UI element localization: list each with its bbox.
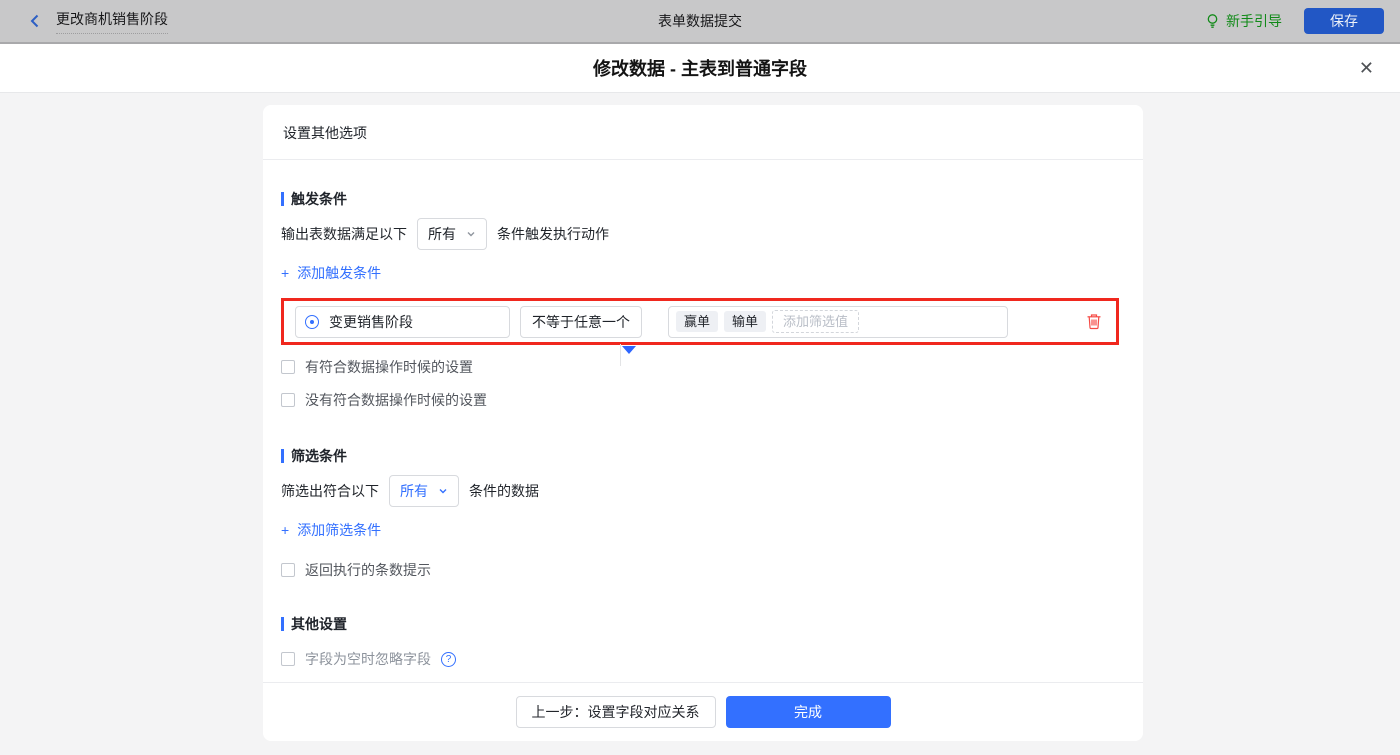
condition-field-select[interactable]: 变更销售阶段 xyxy=(295,305,510,338)
filter-sentence-suffix: 条件的数据 xyxy=(469,483,539,499)
no-match-setting-row: 没有符合数据操作时候的设置 xyxy=(281,390,1125,410)
filter-match-sentence: 筛选出符合以下 所有 条件的数据 xyxy=(281,475,1125,507)
options-panel: 设置其他选项 触发条件 输出表数据满足以下 所有 条件触发执行动作 + 添加触发… xyxy=(263,105,1143,741)
count-tip-label: 返回执行的条数提示 xyxy=(305,562,431,578)
panel-content: 触发条件 输出表数据满足以下 所有 条件触发执行动作 + 添加触发条件 变更销售… xyxy=(263,160,1143,682)
close-icon[interactable]: ✕ xyxy=(1359,59,1374,77)
count-tip-checkbox[interactable] xyxy=(281,563,295,577)
panel-header: 设置其他选项 xyxy=(263,105,1143,160)
add-trigger-condition-label: 添加触发条件 xyxy=(297,265,382,281)
chevron-left-icon xyxy=(26,12,44,30)
ignore-empty-row: 字段为空时忽略字段 ? xyxy=(281,649,1125,669)
count-tip-row: 返回执行的条数提示 xyxy=(281,560,1125,580)
filter-match-value: 所有 xyxy=(400,483,428,499)
plus-icon: + xyxy=(281,522,290,538)
other-section-label: 其他设置 xyxy=(291,616,347,632)
section-bar-icon xyxy=(281,617,284,631)
plus-icon: + xyxy=(281,265,290,281)
filter-sentence-prefix: 筛选出符合以下 xyxy=(281,483,379,499)
filter-section-label: 筛选条件 xyxy=(291,448,347,464)
add-filter-condition-label: 添加筛选条件 xyxy=(297,522,382,538)
trigger-match-value: 所有 xyxy=(428,226,456,242)
trigger-section-title: 触发条件 xyxy=(281,189,1125,209)
condition-field-value: 变更销售阶段 xyxy=(329,313,413,330)
ignore-empty-label: 字段为空时忽略字段 xyxy=(305,651,431,667)
condition-operator-value: 不等于任意一个 xyxy=(532,313,630,330)
trigger-match-sentence: 输出表数据满足以下 所有 条件触发执行动作 xyxy=(281,218,1125,250)
value-tag[interactable]: 赢单 xyxy=(676,311,719,332)
has-match-checkbox[interactable] xyxy=(281,360,295,374)
ignore-empty-checkbox[interactable] xyxy=(281,652,295,666)
dropdown-edge-line xyxy=(620,344,621,366)
trigger-match-select[interactable]: 所有 xyxy=(417,218,487,250)
dialog-title: 修改数据 - 主表到普通字段 xyxy=(593,59,807,79)
lightbulb-icon xyxy=(1205,13,1220,29)
beginner-guide-label: 新手引导 xyxy=(1226,13,1282,29)
chevron-down-icon xyxy=(466,229,476,239)
radio-field-icon xyxy=(305,314,319,329)
help-icon[interactable]: ? xyxy=(441,651,456,667)
top-bar: 更改商机销售阶段 表单数据提交 新手引导 保存 xyxy=(0,0,1400,44)
panel-footer: 上一步：设置字段对应关系 完成 xyxy=(263,682,1143,741)
no-match-label: 没有符合数据操作时候的设置 xyxy=(305,392,487,408)
filter-match-select[interactable]: 所有 xyxy=(389,475,459,507)
section-bar-icon xyxy=(281,449,284,463)
chevron-down-icon xyxy=(438,486,448,496)
add-value-placeholder[interactable]: 添加筛选值 xyxy=(772,310,860,333)
back-button[interactable] xyxy=(26,12,44,30)
add-filter-condition-link[interactable]: + 添加筛选条件 xyxy=(281,520,381,540)
caret-down-indicator xyxy=(622,346,636,354)
save-button[interactable]: 保存 xyxy=(1304,8,1384,34)
previous-step-button[interactable]: 上一步：设置字段对应关系 xyxy=(515,696,716,728)
trigger-condition-row-highlight: 变更销售阶段 不等于任意一个 赢单 输单 添加筛选值 xyxy=(281,298,1119,345)
filter-section-title: 筛选条件 xyxy=(281,446,1125,466)
trigger-sentence-prefix: 输出表数据满足以下 xyxy=(281,226,407,242)
has-match-label: 有符合数据操作时候的设置 xyxy=(305,359,473,375)
done-button[interactable]: 完成 xyxy=(725,696,891,728)
other-section-title: 其他设置 xyxy=(281,614,1125,634)
dialog-header: 修改数据 - 主表到普通字段 ✕ xyxy=(0,44,1400,93)
condition-values-input[interactable]: 赢单 输单 添加筛选值 xyxy=(668,305,1008,338)
trigger-sentence-suffix: 条件触发执行动作 xyxy=(497,226,609,242)
section-bar-icon xyxy=(281,192,284,206)
has-match-setting-row: 有符合数据操作时候的设置 xyxy=(281,357,1125,377)
condition-operator-select[interactable]: 不等于任意一个 xyxy=(520,305,642,338)
beginner-guide-link[interactable]: 新手引导 xyxy=(1205,11,1282,31)
workflow-name[interactable]: 更改商机销售阶段 xyxy=(56,9,168,34)
value-tag[interactable]: 输单 xyxy=(724,311,767,332)
page-title: 表单数据提交 xyxy=(658,13,742,29)
trigger-condition-row-wrap: 变更销售阶段 不等于任意一个 赢单 输单 添加筛选值 xyxy=(281,298,1125,366)
add-trigger-condition-link[interactable]: + 添加触发条件 xyxy=(281,263,381,283)
trash-icon[interactable] xyxy=(1086,313,1102,330)
no-match-checkbox[interactable] xyxy=(281,393,295,407)
trigger-section-label: 触发条件 xyxy=(291,191,347,207)
dialog-body: 设置其他选项 触发条件 输出表数据满足以下 所有 条件触发执行动作 + 添加触发… xyxy=(0,93,1400,755)
